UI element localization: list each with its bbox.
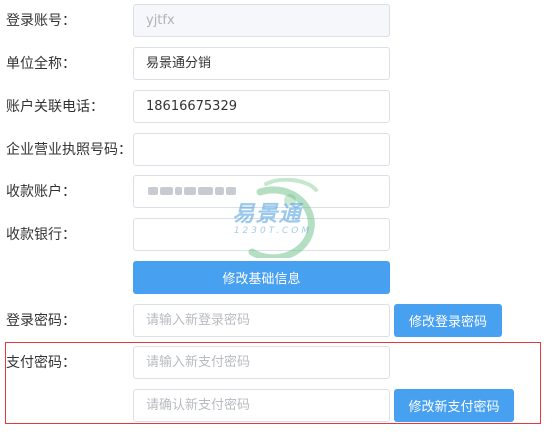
login-password-label: 登录密码： xyxy=(6,313,76,329)
login-account-label: 登录账号： xyxy=(6,13,76,29)
company-name-field[interactable] xyxy=(133,47,390,80)
receive-account-label: 收款账户： xyxy=(6,184,76,200)
confirm-pay-password-field[interactable] xyxy=(133,389,390,422)
new-pay-password-field[interactable] xyxy=(133,346,390,379)
change-pay-password-button[interactable]: 修改新支付密码 xyxy=(394,389,514,422)
masked-account-value xyxy=(148,186,236,196)
company-name-label: 单位全称： xyxy=(6,56,76,72)
pay-password-label: 支付密码： xyxy=(6,355,76,371)
new-login-password-field[interactable] xyxy=(133,304,390,337)
receive-bank-field[interactable] xyxy=(133,218,390,251)
business-license-label: 企业营业执照号码： xyxy=(6,142,132,158)
update-basic-info-button[interactable]: 修改基础信息 xyxy=(133,261,390,294)
business-license-field[interactable] xyxy=(133,133,390,166)
login-account-field xyxy=(133,4,390,37)
change-login-password-button[interactable]: 修改登录密码 xyxy=(394,304,502,337)
receive-bank-label: 收款银行： xyxy=(6,227,76,243)
phone-label: 账户关联电话： xyxy=(6,99,104,115)
phone-field[interactable] xyxy=(133,90,390,123)
